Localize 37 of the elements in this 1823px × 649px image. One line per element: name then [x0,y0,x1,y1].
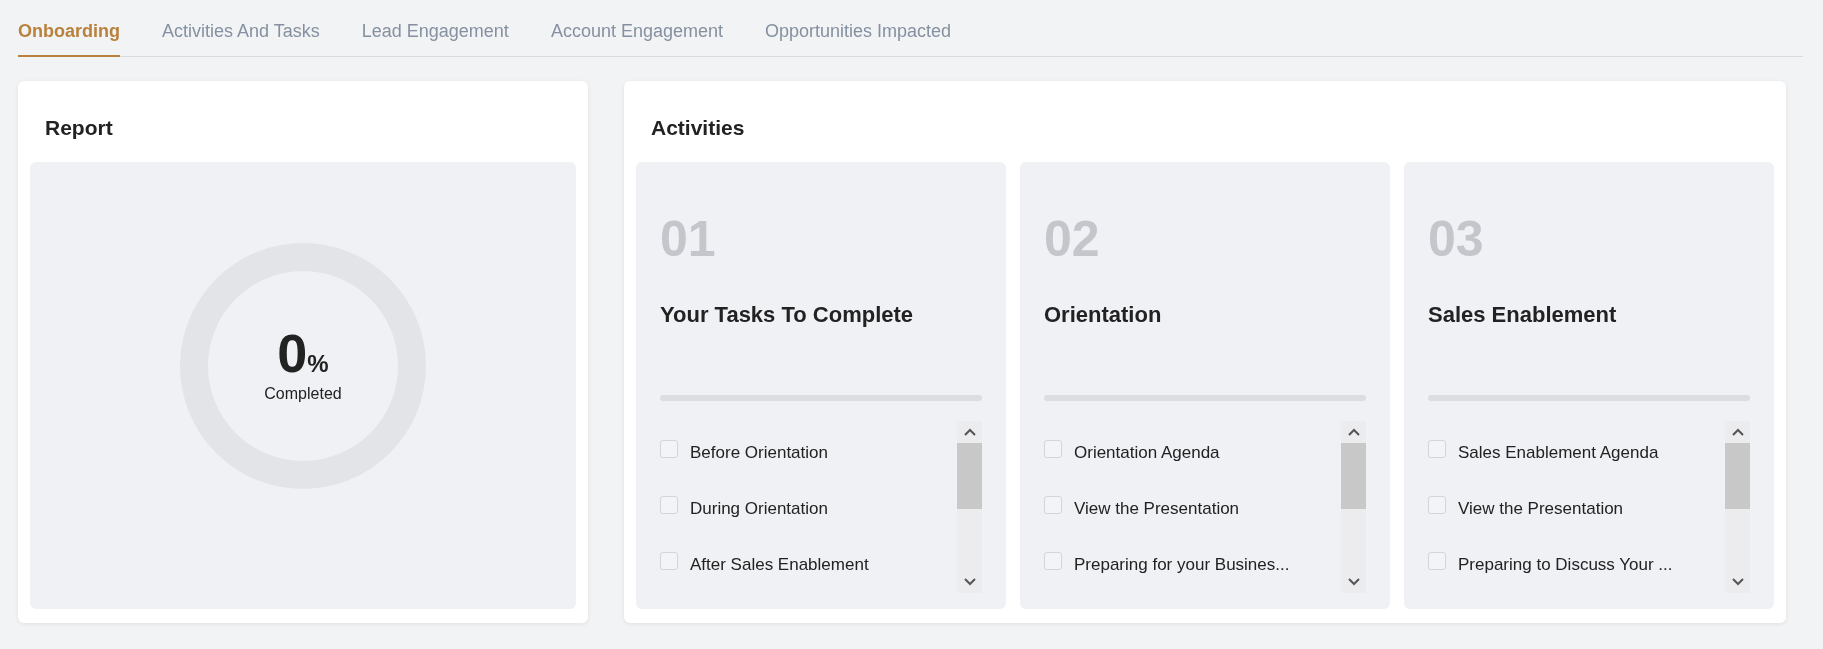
percent-sign: % [307,349,329,377]
checkbox[interactable] [1428,440,1446,459]
checkbox[interactable] [1044,496,1062,515]
percent-value: 0 [277,322,308,383]
step-title: Orientation [1044,302,1163,330]
checkbox[interactable] [1428,496,1446,515]
scroll-thumb[interactable] [957,443,982,510]
completed-label: Completed [264,383,342,404]
checkbox[interactable] [1428,552,1446,571]
checkbox[interactable] [660,440,678,459]
checkbox[interactable] [1044,440,1062,459]
tab[interactable]: Opportunities Impacted [765,18,952,57]
scroll-thumb[interactable] [1725,443,1750,510]
scroll-thumb[interactable] [1341,443,1366,510]
scrollbar[interactable] [1341,421,1366,594]
task-label: Preparing for your Busines... [1074,554,1290,577]
tab[interactable]: Account Engagement [550,18,723,57]
task-label: Before Orientation [690,442,828,465]
tab[interactable]: Onboarding [18,18,120,57]
task-label: After Sales Enablement [690,554,869,577]
task-label: Orientation Agenda [1074,442,1220,465]
task-label: Sales Enablement Agenda [1458,442,1659,465]
step-title: Your Tasks To Complete [660,302,915,330]
card-title: Report [44,115,114,141]
tab[interactable]: Lead Engagement [361,18,509,57]
scrollbar[interactable] [1725,421,1750,594]
task-label: View the Presentation [1458,498,1624,521]
task-label: Preparing to Discuss Your ... [1458,554,1673,577]
checkbox[interactable] [660,552,678,571]
task-label: View the Presentation [1074,498,1240,521]
card-title: Activities [650,115,746,141]
step-title: Sales Enablement [1428,302,1618,330]
checkbox[interactable] [1044,552,1062,571]
scrollbar[interactable] [957,421,982,594]
task-label: During Orientation [690,498,828,521]
checkbox[interactable] [660,496,678,515]
tab[interactable]: Activities And Tasks [162,18,320,57]
